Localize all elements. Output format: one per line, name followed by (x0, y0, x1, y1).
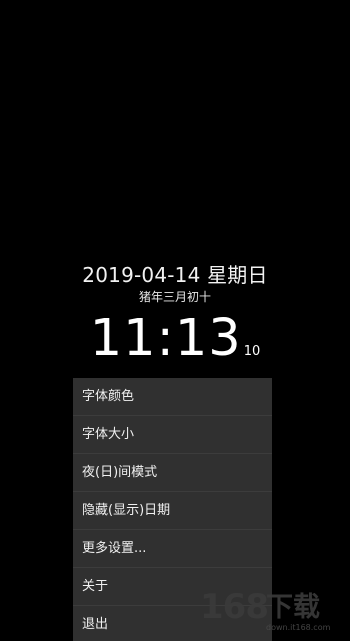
watermark-url: down.it168.com (266, 623, 331, 632)
clock-seconds: 10 (243, 344, 261, 359)
lunar-date-text: 猪年三月初十 (138, 290, 211, 304)
clock-display: 11:13 10 (0, 308, 350, 370)
menu-item-night-mode[interactable]: 夜(日)间模式 (73, 454, 272, 492)
site-watermark: 168 下载 down.it168.com (200, 589, 340, 635)
date-text: 2019-04-14 星期日 (82, 263, 268, 287)
menu-item-font-size[interactable]: 字体大小 (73, 416, 272, 454)
clock-time: 11:13 (89, 309, 242, 368)
watermark-text: 下载 (266, 592, 320, 623)
menu-item-font-color[interactable]: 字体颜色 (73, 378, 272, 416)
menu-item-more-settings[interactable]: 更多设置... (73, 530, 272, 568)
watermark-number: 168 (200, 587, 269, 627)
menu-item-toggle-date[interactable]: 隐藏(显示)日期 (73, 492, 272, 530)
